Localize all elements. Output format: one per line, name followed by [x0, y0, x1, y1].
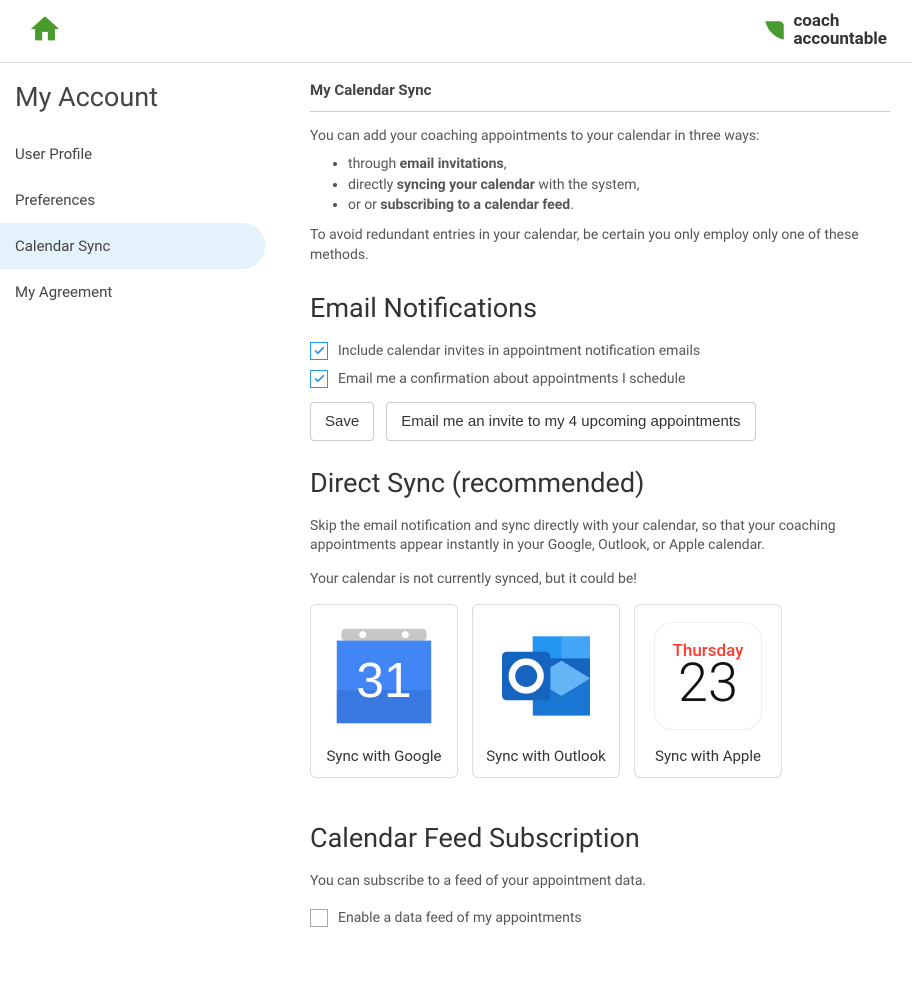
section-heading: My Calendar Sync — [310, 81, 890, 112]
logo: coach accountable — [761, 13, 887, 49]
apple-calendar-icon: Thursday 23 — [641, 615, 775, 737]
page-title: My Account — [0, 81, 280, 131]
intro-text: You can add your coaching appointments t… — [310, 126, 890, 266]
sync-outlook-card[interactable]: Sync with Outlook — [472, 604, 620, 778]
svg-text:31: 31 — [356, 652, 411, 708]
sidebar-item-calendar-sync[interactable]: Calendar Sync — [0, 223, 265, 269]
checkbox-email-confirmation[interactable] — [310, 370, 328, 388]
sync-outlook-label: Sync with Outlook — [479, 747, 613, 765]
google-calendar-icon: 31 — [317, 615, 451, 737]
main-content: My Calendar Sync You can add your coachi… — [280, 63, 890, 977]
checkbox-enable-feed-label: Enable a data feed of my appointments — [338, 910, 582, 926]
save-button[interactable]: Save — [310, 402, 374, 441]
feed-title: Calendar Feed Subscription — [310, 822, 890, 854]
sidebar-item-user-profile[interactable]: User Profile — [0, 131, 265, 177]
sync-google-label: Sync with Google — [317, 747, 451, 765]
direct-sync-desc: Skip the email notification and sync dir… — [310, 517, 890, 556]
sync-apple-label: Sync with Apple — [641, 747, 775, 765]
checkbox-enable-feed[interactable] — [310, 909, 328, 927]
sidebar-item-my-agreement[interactable]: My Agreement — [0, 269, 265, 315]
checkbox-include-invites[interactable] — [310, 342, 328, 360]
sync-google-card[interactable]: 31 Sync with Google — [310, 604, 458, 778]
sidebar-item-preferences[interactable]: Preferences — [0, 177, 265, 223]
feed-desc: You can subscribe to a feed of your appo… — [310, 872, 890, 892]
checkbox-include-invites-label: Include calendar invites in appointment … — [338, 343, 700, 359]
email-invite-button[interactable]: Email me an invite to my 4 upcoming appo… — [386, 402, 755, 441]
logo-text-2: accountable — [793, 31, 887, 49]
email-notifications-title: Email Notifications — [310, 292, 890, 324]
home-icon[interactable] — [28, 12, 62, 50]
sidebar: My Account User Profile Preferences Cale… — [0, 63, 280, 977]
checkbox-email-confirmation-label: Email me a confirmation about appointmen… — [338, 371, 685, 387]
outlook-icon — [479, 615, 613, 737]
header: coach accountable — [0, 0, 912, 63]
direct-sync-title: Direct Sync (recommended) — [310, 467, 890, 499]
sync-apple-card[interactable]: Thursday 23 Sync with Apple — [634, 604, 782, 778]
direct-sync-status: Your calendar is not currently synced, b… — [310, 570, 890, 590]
